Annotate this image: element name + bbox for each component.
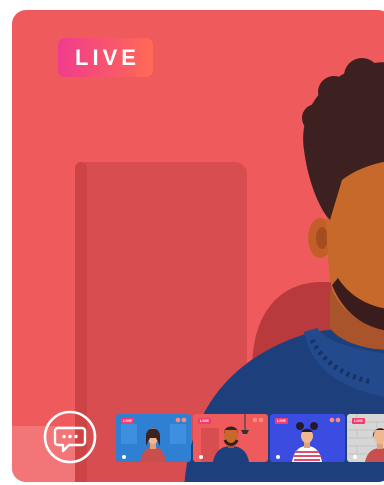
thumbnail-live-badge: LIVE <box>352 418 365 424</box>
stream-thumbnail[interactable]: LIVE <box>270 414 345 462</box>
chat-bubble-icon <box>43 410 97 464</box>
stream-thumbnail-strip: LIVE LIVE LIVE LIVE <box>116 414 384 462</box>
stream-thumbnail[interactable]: LIVE <box>347 414 384 462</box>
live-badge-label: LIVE <box>75 44 140 70</box>
thumbnail-live-badge: LIVE <box>198 418 211 424</box>
thumbnail-live-badge: LIVE <box>275 418 288 424</box>
stream-thumbnail[interactable]: LIVE <box>193 414 268 462</box>
live-badge: LIVE <box>58 38 153 77</box>
live-stream-view: LIVE LIVE LIVE LIVE LIVE <box>12 10 384 482</box>
stream-thumbnail[interactable]: LIVE <box>116 414 191 462</box>
chat-button[interactable] <box>43 410 97 464</box>
thumbnail-live-badge: LIVE <box>121 418 134 424</box>
